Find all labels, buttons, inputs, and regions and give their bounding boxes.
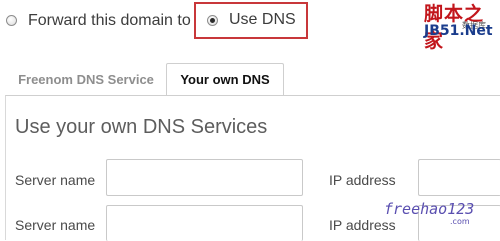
tab-freenom-dns[interactable]: Freenom DNS Service [8,64,164,94]
panel-heading: Use your own DNS Services [15,116,268,138]
forward-label: Forward this domain to [28,12,191,29]
use-dns-radio[interactable] [207,15,218,26]
server-name-label-2: Server name [15,217,96,233]
watermark-freehao-suffix: .com [450,217,470,226]
server-name-label-1: Server name [15,172,96,188]
ip-address-label-1: IP address [329,172,396,188]
watermark-freehao-text: freehao123 [384,200,475,218]
watermark-site: JB51.Net [424,23,493,39]
watermark-freehao: freehao123 .com [384,200,496,230]
ip-address-input-1[interactable] [418,159,500,196]
server-name-input-2[interactable] [106,205,303,241]
use-dns-option[interactable]: Use DNS [207,11,302,31]
forward-option[interactable]: Forward this domain to [6,12,194,32]
server-name-input-1[interactable] [106,159,303,196]
tab-your-own-dns[interactable]: Your own DNS [166,63,284,96]
use-dns-label: Use DNS [229,11,296,28]
forward-radio[interactable] [6,15,17,26]
watermark-logo: 脚本之家 数据库 JB51.Net [418,0,500,52]
